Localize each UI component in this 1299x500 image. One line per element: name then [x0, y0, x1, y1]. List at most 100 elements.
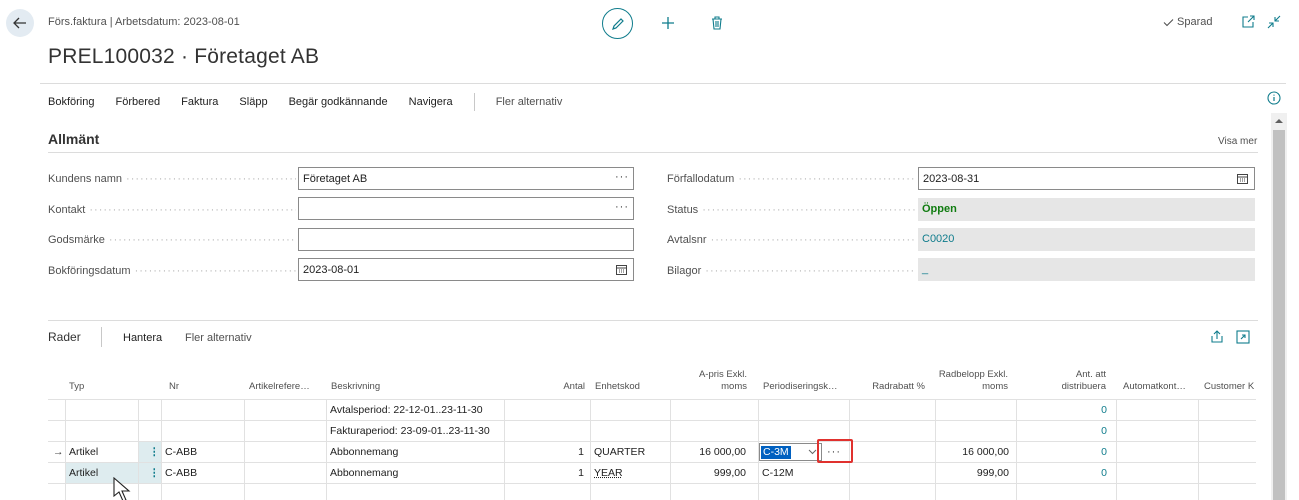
- customer-name-value: Företaget AB: [303, 173, 367, 185]
- collapse-icon[interactable]: [1266, 14, 1282, 30]
- due-date-field[interactable]: 2023-08-31: [918, 167, 1255, 190]
- row4-no[interactable]: C-ABB: [162, 463, 242, 483]
- contact-label: Kontakt: [48, 204, 296, 216]
- col-header-deferral[interactable]: Periodiseringsk…: [759, 360, 849, 400]
- grid-line: [1198, 400, 1199, 500]
- due-date-value: 2023-08-31: [923, 173, 979, 185]
- customer-name-field[interactable]: Företaget AB ···: [298, 167, 634, 190]
- col-header-type[interactable]: Typ: [65, 360, 135, 400]
- action-separator: [474, 93, 475, 111]
- pencil-icon: [611, 17, 625, 31]
- edit-button[interactable]: [602, 8, 633, 39]
- status-value: Öppen: [918, 198, 1255, 221]
- action-more[interactable]: Fler alternativ: [496, 96, 563, 108]
- col-header-unit-price[interactable]: A-pris Exkl. moms: [671, 360, 751, 400]
- row4-unit[interactable]: YEAR: [591, 463, 669, 483]
- col-header-line-discount[interactable]: Radrabatt %: [849, 360, 929, 400]
- row4-description[interactable]: Abbonnemang: [327, 463, 503, 483]
- goods-mark-field[interactable]: [298, 228, 634, 251]
- col-header-auto-cont[interactable]: Automatkont…: [1119, 360, 1199, 400]
- posting-date-label: Bokföringsdatum: [48, 265, 296, 277]
- row2-description[interactable]: Fakturaperiod: 23-09-01..23-11-30: [327, 421, 503, 441]
- row3-unit[interactable]: QUARTER: [591, 442, 669, 462]
- new-button[interactable]: [658, 13, 678, 33]
- col-header-item-ref[interactable]: Artikelrefere…: [245, 360, 325, 400]
- contact-field[interactable]: ···: [298, 197, 634, 220]
- col-header-unit[interactable]: Enhetskod: [591, 360, 671, 400]
- scroll-up-icon[interactable]: [1274, 117, 1284, 125]
- mouse-cursor-icon: [112, 477, 134, 500]
- row3-deferral-value: C-3M: [761, 446, 791, 459]
- posting-date-field[interactable]: 2023-08-01: [298, 258, 634, 281]
- row1-description[interactable]: Avtalsperiod: 22-12-01..23-11-30: [327, 400, 503, 420]
- lines-more-button[interactable]: Fler alternativ: [185, 332, 252, 344]
- grid-line: [48, 483, 1256, 484]
- row3-type[interactable]: Artikel: [66, 442, 136, 462]
- lines-manage-button[interactable]: Hantera: [123, 332, 162, 344]
- row3-no[interactable]: C-ABB: [162, 442, 242, 462]
- posting-date-value: 2023-08-01: [303, 264, 359, 276]
- row3-line-amount[interactable]: 16 000,00: [936, 442, 1012, 462]
- attachments-link[interactable]: _: [918, 258, 1255, 281]
- col-header-unit-price-line1: A-pris Exkl.: [699, 369, 747, 381]
- action-bar: Bokföring Förbered Faktura Släpp Begär g…: [48, 93, 583, 111]
- back-button[interactable]: [6, 9, 34, 37]
- row4-quantity[interactable]: 1: [527, 463, 587, 483]
- calendar-icon[interactable]: [616, 264, 627, 275]
- action-slapp[interactable]: Släpp: [239, 96, 267, 108]
- col-header-line-amount[interactable]: Radbelopp Exkl. moms: [932, 360, 1012, 400]
- saved-status: Sparad: [1163, 16, 1212, 28]
- delete-button[interactable]: [707, 13, 727, 33]
- contract-no-label: Avtalsnr: [667, 234, 915, 246]
- grid-line: [504, 400, 505, 500]
- row3-deferral-select[interactable]: C-3M: [759, 443, 822, 461]
- highlight-box: [817, 439, 853, 463]
- row4-distribute[interactable]: 0: [1034, 463, 1110, 483]
- col-header-quantity[interactable]: Antal: [527, 360, 589, 400]
- show-more-link[interactable]: Visa mer: [1218, 136, 1257, 147]
- info-icon[interactable]: [1266, 90, 1282, 106]
- grid-line: [1116, 400, 1117, 500]
- col-header-line-amount-line2: moms: [939, 381, 1008, 393]
- row4-unit-price[interactable]: 999,00: [671, 463, 749, 483]
- scrollbar-thumb[interactable]: [1273, 130, 1285, 500]
- attachments-label: Bilagor: [667, 265, 915, 277]
- row3-menu-icon[interactable]: ⋮: [146, 442, 158, 462]
- contract-no-link[interactable]: C0020: [918, 228, 1255, 251]
- col-header-line-amount-line1: Radbelopp Exkl.: [939, 369, 1008, 381]
- row3-description[interactable]: Abbonnemang: [327, 442, 503, 462]
- row4-deferral[interactable]: C-12M: [759, 463, 847, 483]
- open-new-window-icon[interactable]: [1240, 14, 1256, 30]
- grid-line: [244, 400, 245, 500]
- grid-line: [1016, 400, 1017, 500]
- row4-menu-icon[interactable]: ⋮: [146, 463, 158, 483]
- plus-icon: [661, 16, 675, 30]
- lines-section-title[interactable]: Rader: [48, 330, 81, 344]
- chevron-down-icon[interactable]: [808, 449, 817, 455]
- action-begar-godkannande[interactable]: Begär godkännande: [289, 96, 388, 108]
- status-label: Status: [667, 204, 915, 216]
- row3-quantity[interactable]: 1: [527, 442, 587, 462]
- expand-icon[interactable]: [1236, 330, 1250, 344]
- calendar-icon[interactable]: [1237, 173, 1248, 184]
- row1-distribute[interactable]: 0: [1034, 400, 1110, 420]
- row3-unit-price[interactable]: 16 000,00: [671, 442, 749, 462]
- lines-separator: [101, 327, 102, 347]
- col-header-no[interactable]: Nr: [165, 360, 245, 400]
- due-date-label: Förfallodatum: [667, 173, 915, 185]
- col-header-qty-distribute[interactable]: Ant. att distribuera: [1034, 360, 1110, 400]
- col-header-description[interactable]: Beskrivning: [327, 360, 507, 400]
- action-bokforing[interactable]: Bokföring: [48, 96, 94, 108]
- action-faktura[interactable]: Faktura: [181, 96, 218, 108]
- row3-distribute[interactable]: 0: [1034, 442, 1110, 462]
- share-icon[interactable]: [1210, 330, 1224, 344]
- customer-lookup-icon[interactable]: ···: [615, 171, 629, 183]
- row3-active-marker: →: [50, 442, 64, 462]
- action-navigera[interactable]: Navigera: [409, 96, 453, 108]
- col-header-customer[interactable]: Customer K: [1200, 360, 1256, 400]
- row2-distribute[interactable]: 0: [1034, 421, 1110, 441]
- contact-lookup-icon[interactable]: ···: [615, 201, 629, 213]
- row4-line-amount[interactable]: 999,00: [936, 463, 1012, 483]
- general-section-title[interactable]: Allmänt: [48, 131, 99, 147]
- action-forbered[interactable]: Förbered: [115, 96, 160, 108]
